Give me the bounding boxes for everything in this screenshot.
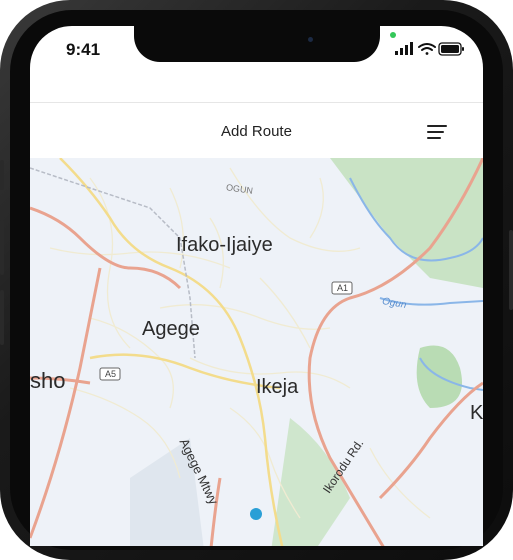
- place-label-k: K: [470, 402, 483, 424]
- cellular-signal-icon: [395, 42, 413, 55]
- notch: [134, 26, 380, 62]
- volume-up-button: [0, 220, 4, 275]
- place-label-osho: sho: [30, 368, 66, 393]
- volume-down-button: [0, 290, 4, 345]
- front-camera: [308, 37, 313, 42]
- minor-roads: [49, 167, 431, 519]
- map-canvas: [30, 158, 483, 546]
- hamburger-menu-icon[interactable]: [427, 125, 447, 141]
- battery-icon: [438, 42, 464, 56]
- place-label-ifako-ijaiye: Ifako-Ijaiye: [176, 234, 273, 256]
- place-label-ikeja: Ikeja: [256, 376, 299, 398]
- major-road: [30, 267, 102, 539]
- power-button: [509, 230, 513, 310]
- road-label-a1: A1: [337, 283, 349, 293]
- road-label-a5: A5: [105, 369, 117, 379]
- mute-switch: [0, 160, 4, 190]
- page-title: Add Route: [221, 123, 292, 140]
- map-view[interactable]: Ifako-Ijaiye Agege Ikeja sho K OGUN A1 A…: [30, 158, 483, 546]
- place-label-agege: Agege: [142, 318, 200, 340]
- wifi-icon: [418, 43, 436, 55]
- nav-bar: Add Route: [30, 102, 483, 159]
- status-time: 9:41: [66, 40, 101, 59]
- phone-screen: 9:41 Add Route Ifako-Ijaiye Agege Ikeja …: [30, 26, 483, 546]
- location-pin-icon[interactable]: [250, 508, 262, 520]
- status-bar: 9:41: [30, 26, 483, 76]
- camera-indicator-dot: [390, 32, 396, 38]
- status-icons: [395, 42, 464, 56]
